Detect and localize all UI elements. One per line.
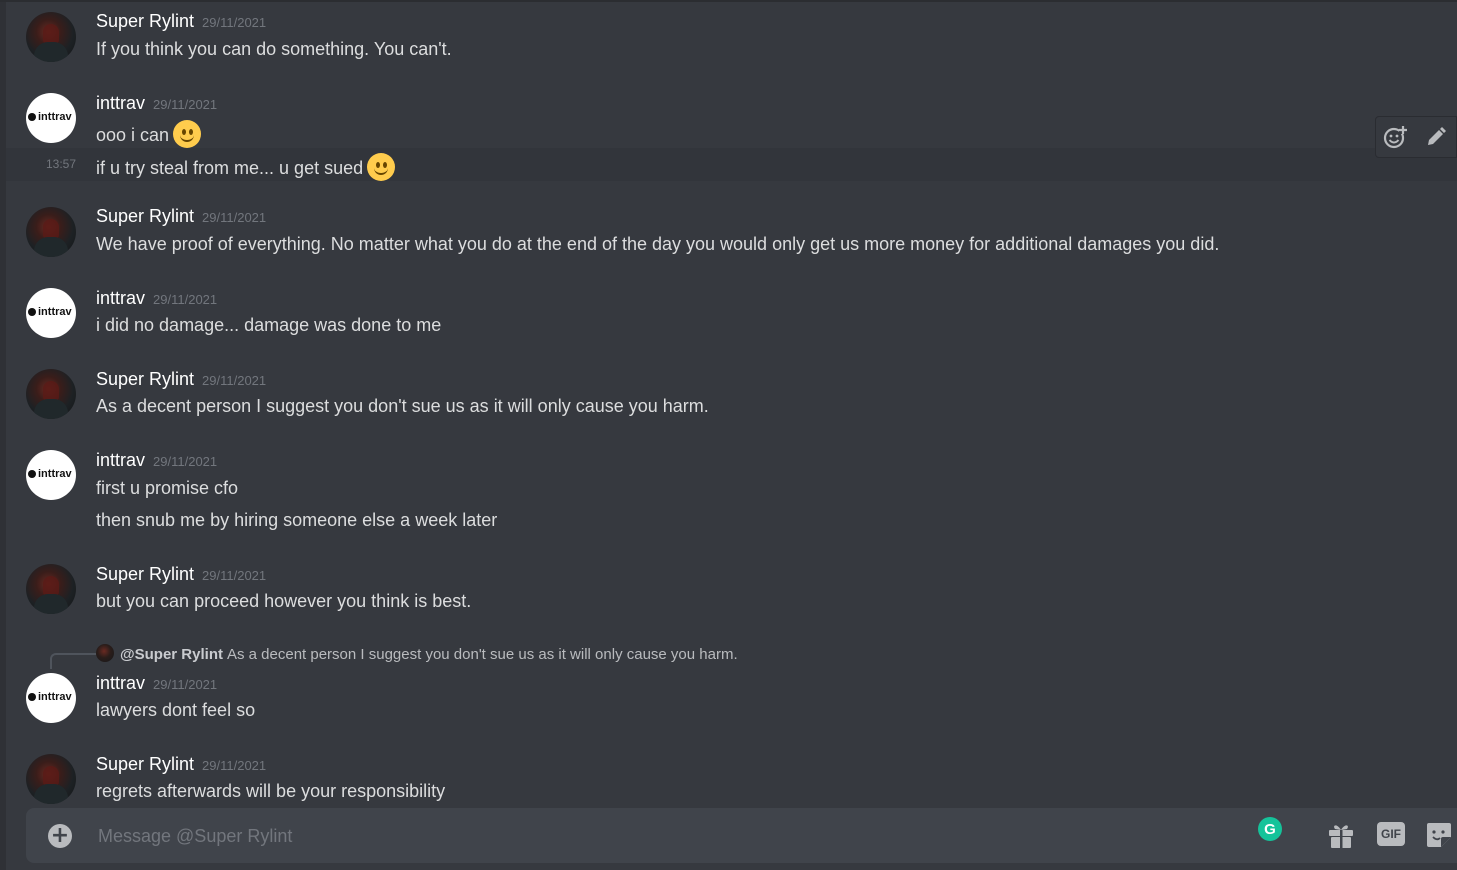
- message-timestamp: 29/11/2021: [153, 454, 218, 469]
- message-text: If you think you can do something. You c…: [96, 39, 452, 59]
- avatar[interactable]: [26, 369, 76, 419]
- plus-circle-icon: +: [50, 823, 70, 848]
- avatar[interactable]: inttrav: [26, 673, 76, 723]
- username[interactable]: Super Rylint: [96, 564, 194, 584]
- message-text: ooo i can: [96, 120, 202, 148]
- message-group: Super Rylint 29/11/2021 As a decent perso…: [6, 358, 1457, 438]
- add-reaction-button[interactable]: [1381, 122, 1411, 152]
- avatar[interactable]: [26, 754, 76, 804]
- message-header: Super Rylint 29/11/2021: [96, 206, 266, 227]
- inttrav-logo: inttrav: [28, 306, 76, 318]
- username[interactable]: Super Rylint: [96, 754, 194, 774]
- message-text: then snub me by hiring someone else a we…: [96, 510, 498, 530]
- username[interactable]: inttrav: [96, 450, 145, 470]
- message-toolbar: [1375, 116, 1457, 158]
- inttrav-logo: inttrav: [28, 468, 76, 480]
- message-timestamp: 29/11/2021: [153, 677, 218, 692]
- message-text: but you can proceed however you think is…: [96, 591, 472, 611]
- upload-button[interactable]: +: [48, 824, 72, 848]
- message-group: inttrav inttrav 29/11/2021 lawyers dont f…: [6, 663, 1457, 743]
- gift-icon: [1329, 825, 1353, 848]
- reply-preview[interactable]: @Super Rylint As a decent person I sugges…: [96, 644, 738, 663]
- message-header: Super Rylint 29/11/2021: [96, 564, 266, 585]
- sticker-button[interactable]: [1424, 820, 1454, 850]
- message-text: As a decent person I suggest you don't s…: [96, 396, 709, 416]
- username[interactable]: Super Rylint: [96, 206, 194, 226]
- add-reaction-icon: [1383, 126, 1407, 149]
- message-group: inttrav inttrav 29/11/2021 first u promis…: [6, 440, 1457, 550]
- avatar[interactable]: [26, 564, 76, 614]
- message-group: inttrav inttrav 29/11/2021 ooo i can 13:5…: [6, 82, 1457, 192]
- reply-text[interactable]: As a decent person I suggest you don't s…: [227, 646, 738, 663]
- message-header: Super Rylint 29/11/2021: [96, 754, 266, 775]
- avatar[interactable]: [26, 207, 76, 257]
- username[interactable]: Super Rylint: [96, 11, 194, 31]
- message-text: if u try steal from me... u get sued: [96, 153, 396, 181]
- message-text: We have proof of everything. No matter w…: [96, 234, 1220, 254]
- username[interactable]: inttrav: [96, 93, 145, 113]
- hover-timestamp: 13:57: [46, 157, 77, 171]
- message-timestamp: 29/11/2021: [202, 15, 267, 30]
- avatar[interactable]: [26, 12, 76, 62]
- message-composer: + G GIF: [26, 808, 1457, 865]
- gif-button[interactable]: GIF: [1377, 822, 1405, 846]
- inttrav-logo: inttrav: [28, 691, 76, 703]
- message-header: inttrav 29/11/2021: [96, 673, 217, 694]
- reply-username[interactable]: @Super Rylint: [120, 646, 223, 663]
- edit-message-button[interactable]: [1421, 122, 1451, 152]
- message-timestamp: 29/11/2021: [202, 758, 267, 773]
- message-timestamp: 29/11/2021: [153, 97, 218, 112]
- message-group: Super Rylint 29/11/2021 but you can proce…: [6, 553, 1457, 633]
- message-group: Super Rylint 29/11/2021 regrets afterward…: [6, 744, 1457, 808]
- message-header: Super Rylint 29/11/2021: [96, 11, 266, 32]
- message-text: regrets afterwards will be your responsi…: [96, 781, 446, 801]
- message-header: inttrav 29/11/2021: [96, 450, 217, 471]
- message-timestamp: 29/11/2021: [202, 373, 267, 388]
- avatar[interactable]: inttrav: [26, 288, 76, 338]
- gift-button[interactable]: [1326, 820, 1356, 850]
- username[interactable]: Super Rylint: [96, 369, 194, 389]
- message-group: Super Rylint 29/11/2021 If you think you …: [6, 0, 1457, 80]
- message-input[interactable]: [96, 808, 1250, 865]
- message-list: Super Rylint 29/11/2021 If you think you …: [6, 0, 1457, 808]
- message-timestamp: 29/11/2021: [202, 210, 267, 225]
- message-text: first u promise cfo: [96, 478, 239, 498]
- chat-window: Super Rylint 29/11/2021 If you think you …: [0, 0, 1457, 870]
- reply-avatar: [96, 644, 114, 662]
- pencil-icon: [1428, 127, 1446, 145]
- slightly-smiling-face-icon[interactable]: [173, 120, 202, 148]
- slightly-smiling-face-icon[interactable]: [367, 153, 396, 181]
- message-timestamp: 29/11/2021: [202, 568, 267, 583]
- message-text: i did no damage... damage was done to me: [96, 315, 442, 335]
- message-group: Super Rylint 29/11/2021 We have proof of …: [6, 196, 1457, 276]
- username[interactable]: inttrav: [96, 288, 145, 308]
- message-header: inttrav 29/11/2021: [96, 93, 217, 114]
- username[interactable]: inttrav: [96, 673, 145, 693]
- message-header: inttrav 29/11/2021: [96, 288, 217, 309]
- inttrav-logo: inttrav: [28, 111, 76, 123]
- avatar[interactable]: inttrav: [26, 450, 76, 500]
- message-text: lawyers dont feel so: [96, 700, 256, 720]
- message-timestamp: 29/11/2021: [153, 292, 218, 307]
- message-group: inttrav inttrav 29/11/2021 i did no damag…: [6, 277, 1457, 357]
- sticker-icon: [1427, 823, 1451, 847]
- message-header: Super Rylint 29/11/2021: [96, 369, 266, 390]
- grammarly-icon[interactable]: G: [1258, 817, 1282, 841]
- avatar[interactable]: inttrav: [26, 93, 76, 143]
